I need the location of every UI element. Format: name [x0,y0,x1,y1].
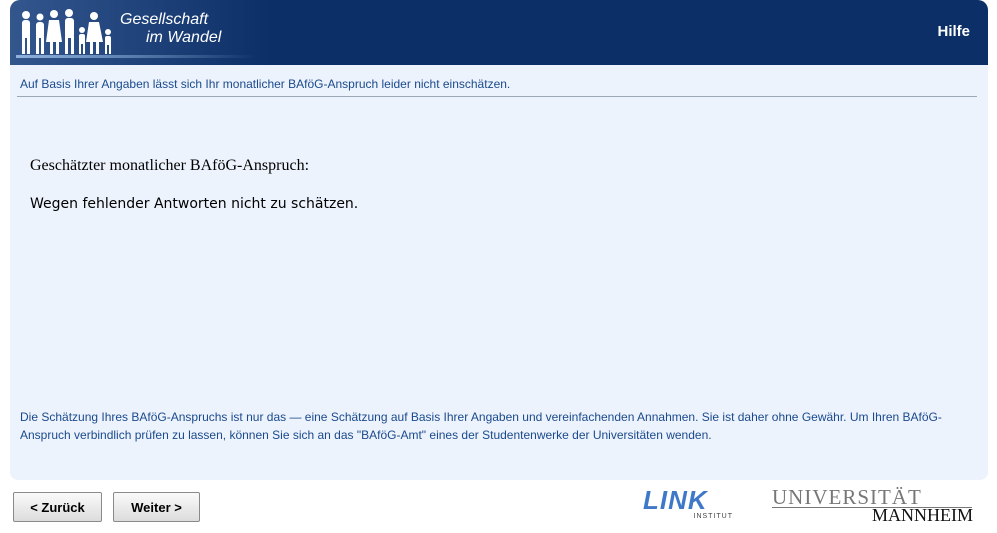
brand-logo: Gesellschaft im Wandel [118,11,221,47]
link-logo-text: LINK [643,485,708,515]
back-button[interactable]: < Zurück [13,492,102,522]
brand-name-line1: Gesellschaft [120,11,209,28]
estimate-value: Wegen fehlender Antworten nicht zu schät… [30,196,359,212]
disclaimer-text: Die Schätzung Ihres BAföG-Anspruchs ist … [20,410,942,442]
notice-text: Auf Basis Ihrer Angaben lässt sich Ihr m… [20,77,511,91]
university-mannheim-logo: UNIVERSITÄT MANNHEIM [772,486,977,526]
next-button[interactable]: Weiter > [113,492,200,522]
header-bar: Gesellschaft im Wandel Hilfe [10,0,988,65]
estimate-label: Geschätzter monatlicher BAföG-Anspruch: [30,157,310,174]
uni-logo-line2: MANNHEIM [872,505,973,525]
help-link[interactable]: Hilfe [937,23,970,40]
divider [17,96,977,97]
link-institut-logo: LINK INSTITUT [643,487,735,521]
people-silhouettes-icon [22,9,111,54]
header-accent-rule [16,55,256,58]
link-logo-subtext: INSTITUT [693,513,733,520]
content-panel: Auf Basis Ihrer Angaben lässt sich Ihr m… [10,65,988,480]
brand-name-line2: im Wandel [146,29,222,46]
